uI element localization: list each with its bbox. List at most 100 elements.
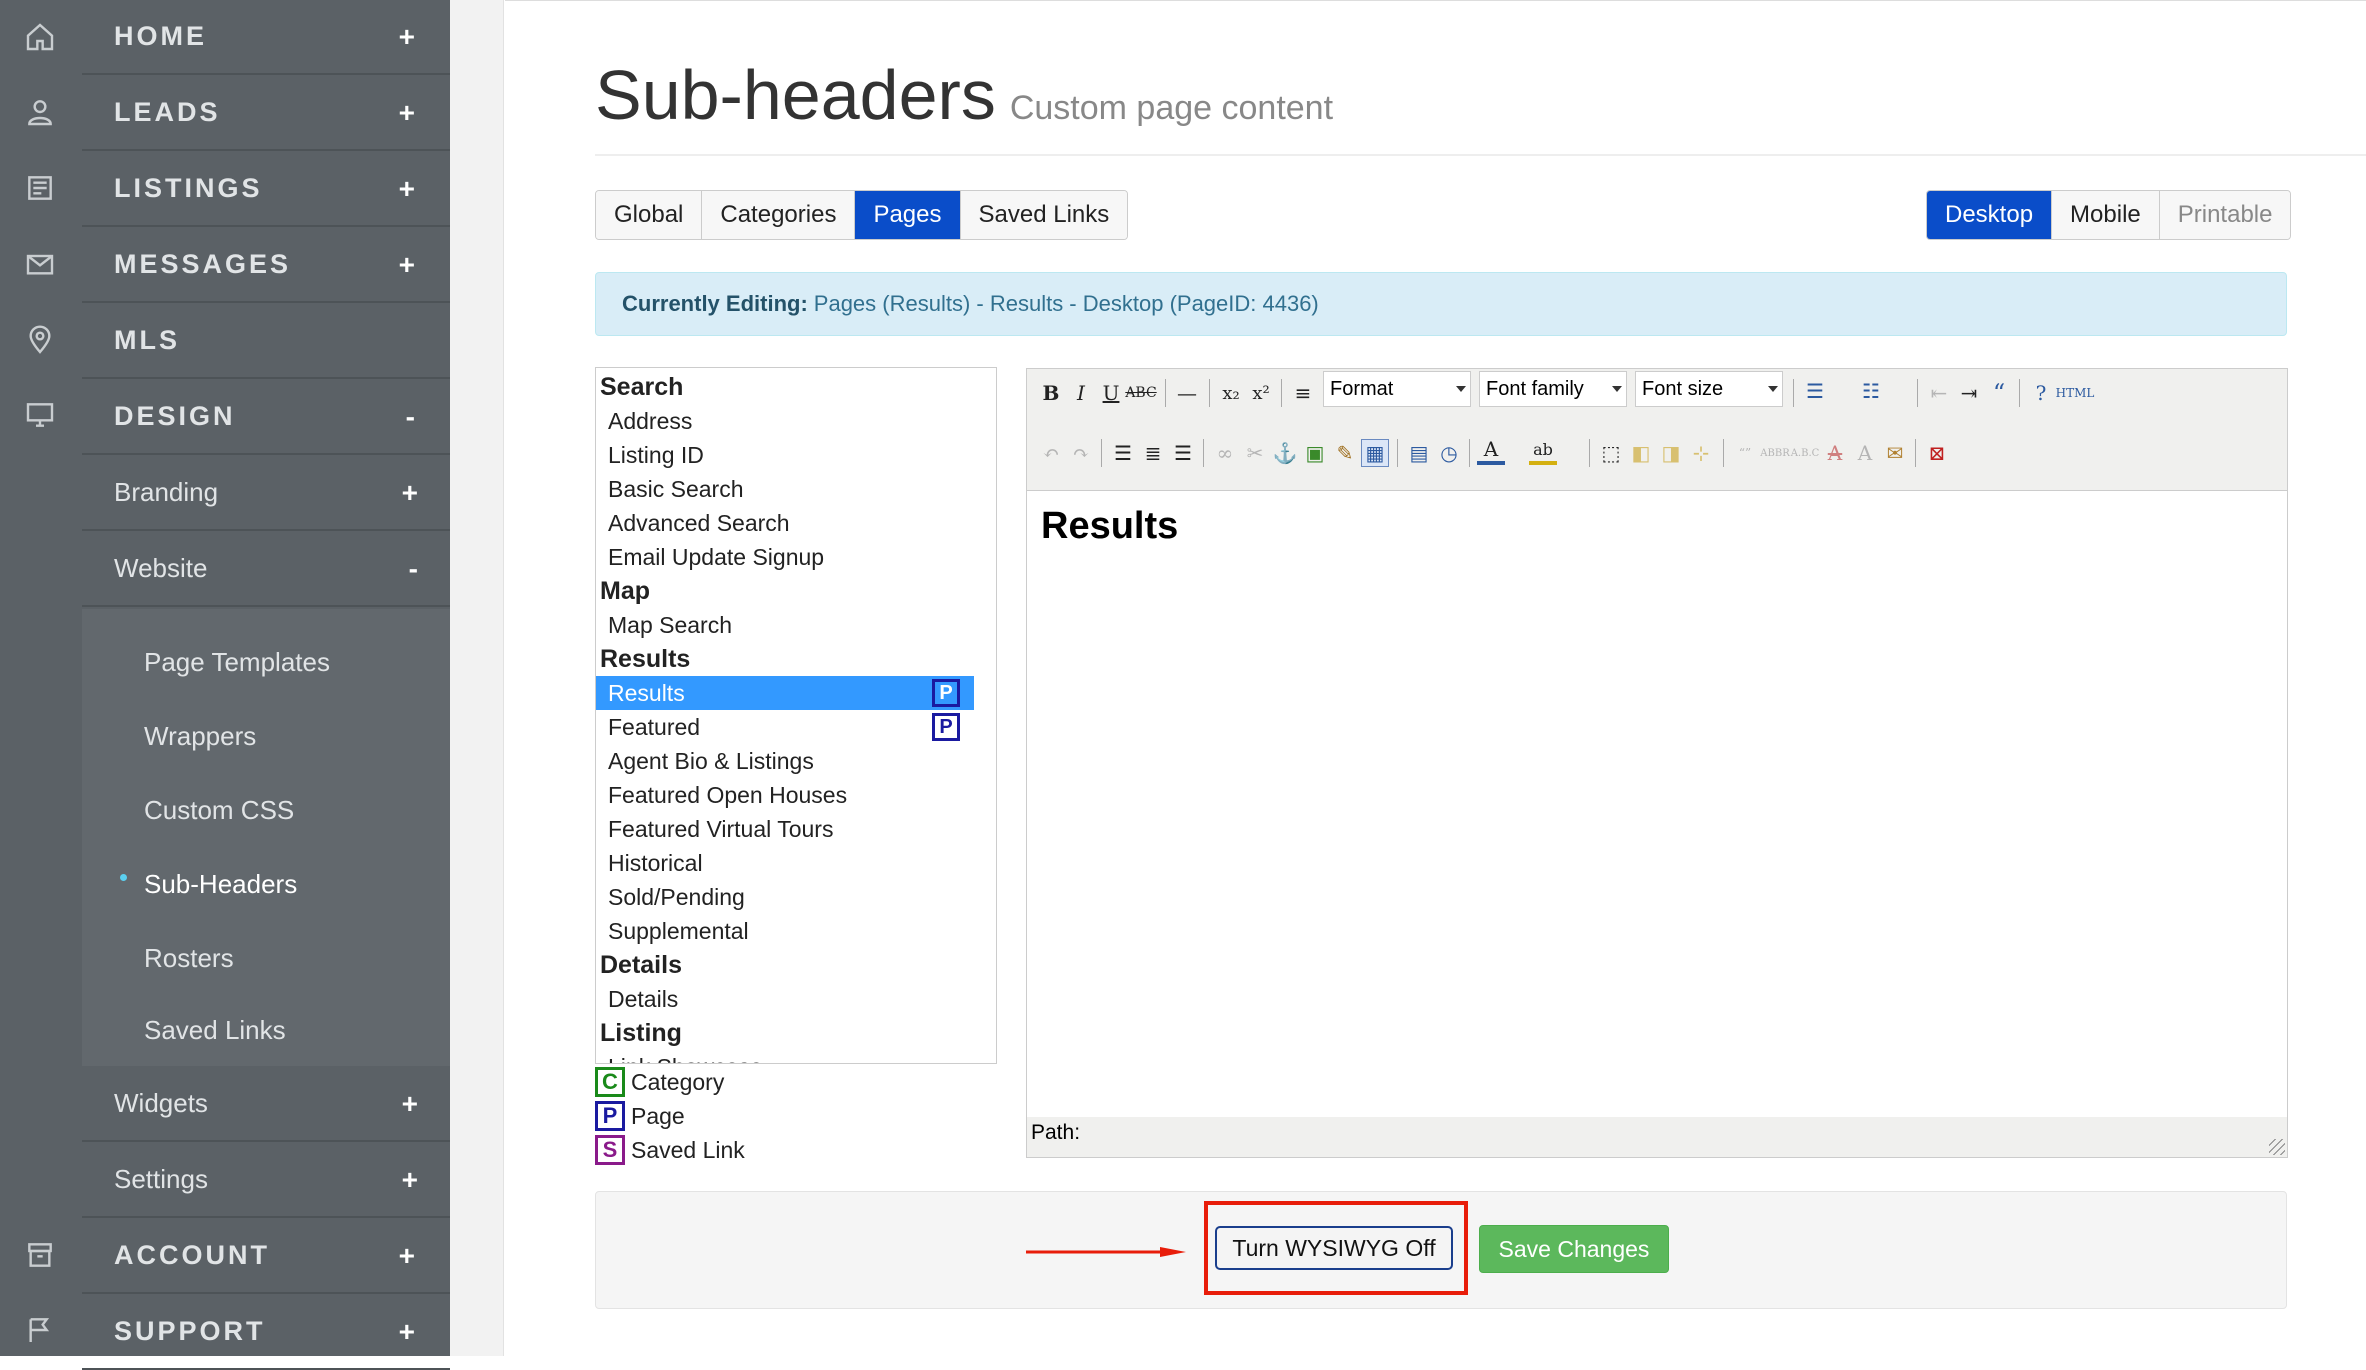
nav-item-settings[interactable]: Settings + [82, 1143, 450, 1218]
subscript-icon[interactable]: x₂ [1217, 379, 1245, 407]
font-family-select[interactable]: Font family [1479, 371, 1627, 407]
html-source-icon[interactable]: HTML [2056, 379, 2095, 407]
tree-item-featured-virtual-tours[interactable]: Featured Virtual Tours [596, 812, 974, 846]
attributes-icon[interactable]: ✉ [1881, 439, 1909, 467]
blockquote-icon[interactable]: “ [1985, 379, 2013, 407]
nav-item-mls[interactable]: MLS [82, 304, 450, 379]
turn-wysiwyg-off-button[interactable]: Turn WYSIWYG Off [1215, 1226, 1453, 1270]
layer-icon[interactable]: ◧ [1627, 439, 1655, 467]
unlink-icon[interactable]: ✂ [1241, 439, 1269, 467]
align-left-icon[interactable]: ☰ [1109, 439, 1137, 467]
action-footer: Turn WYSIWYG Off Save Changes [595, 1191, 2287, 1309]
monitor-icon[interactable] [20, 395, 60, 435]
nav-item-listings[interactable]: LISTINGS + [82, 152, 450, 227]
tree-item-featured[interactable]: Featured P [596, 710, 974, 744]
tree-item-details[interactable]: Details [596, 982, 974, 1016]
highlight-color-icon[interactable]: ab [1529, 437, 1557, 465]
subnav-custom-css[interactable]: Custom CSS [144, 795, 294, 826]
tab-categories[interactable]: Categories [702, 191, 856, 239]
abbreviation-icon[interactable]: ABBR [1760, 439, 1789, 467]
tab-printable[interactable]: Printable [2159, 191, 2291, 239]
redo-icon[interactable]: ↷ [1067, 439, 1095, 467]
tree-item-listing-id[interactable]: Listing ID [596, 438, 974, 472]
editor-content-area[interactable]: Results [1027, 491, 2287, 1117]
clock-icon[interactable]: ◷ [1435, 439, 1463, 467]
clear-formatting-icon[interactable]: ⊠ [1923, 439, 1951, 467]
nav-item-branding[interactable]: Branding + [82, 456, 450, 531]
nav-item-home[interactable]: HOME + [82, 0, 450, 75]
horizontal-rule-icon[interactable]: — [1173, 379, 1201, 407]
nav-item-widgets[interactable]: Widgets + [82, 1067, 450, 1142]
text-color-icon[interactable]: A [1477, 437, 1505, 465]
numbered-list-icon[interactable]: ☷ [1857, 377, 1885, 405]
user-icon[interactable] [20, 92, 60, 132]
newspaper-icon[interactable] [20, 168, 60, 208]
superscript-icon[interactable]: x² [1247, 379, 1275, 407]
tree-item-map-search[interactable]: Map Search [596, 608, 974, 642]
tree-item-sold-pending[interactable]: Sold/Pending [596, 880, 974, 914]
absolute-position-icon[interactable]: ⊹ [1687, 439, 1715, 467]
subnav-sub-headers[interactable]: Sub-Headers [144, 869, 297, 900]
resize-handle-icon[interactable] [2269, 1139, 2285, 1155]
calendar-icon[interactable]: ▤ [1405, 439, 1433, 467]
align-center-icon[interactable]: ≣ [1139, 439, 1167, 467]
save-changes-button[interactable]: Save Changes [1479, 1225, 1669, 1273]
tree-item-basic-search[interactable]: Basic Search [596, 472, 974, 506]
nav-item-messages[interactable]: MESSAGES + [82, 228, 450, 303]
page-tree[interactable]: Search Address Listing ID Basic Search A… [595, 367, 997, 1064]
link-icon[interactable]: ∞ [1211, 439, 1239, 467]
cleanup-icon[interactable]: ✎ [1331, 439, 1359, 467]
tree-item-link-showcase[interactable]: Link Showcase [596, 1050, 974, 1064]
help-icon[interactable]: ? [2027, 379, 2055, 407]
tree-item-supplemental[interactable]: Supplemental [596, 914, 974, 948]
indent-icon[interactable]: ⇥ [1955, 379, 1983, 407]
italic-icon[interactable]: I [1067, 379, 1095, 407]
tab-saved-links[interactable]: Saved Links [960, 191, 1128, 239]
tree-item-results[interactable]: Results P [596, 676, 974, 710]
tab-desktop[interactable]: Desktop [1927, 191, 2053, 239]
map-pin-icon[interactable] [20, 320, 60, 360]
layer-back-icon[interactable]: ◨ [1657, 439, 1685, 467]
tree-item-address[interactable]: Address [596, 404, 974, 438]
format-select[interactable]: Format [1323, 371, 1471, 407]
justify-icon[interactable]: ≡ [1289, 379, 1317, 407]
archive-icon[interactable] [20, 1235, 60, 1275]
strikethrough-icon[interactable]: ABC [1125, 379, 1156, 407]
toolbar-separator [1209, 379, 1210, 407]
subnav-page-templates[interactable]: Page Templates [144, 647, 330, 678]
tab-mobile[interactable]: Mobile [2052, 191, 2160, 239]
undo-icon[interactable]: ↶ [1037, 439, 1065, 467]
anchor-icon[interactable]: ⚓ [1271, 439, 1299, 467]
subnav-rosters[interactable]: Rosters [144, 943, 234, 974]
home-icon[interactable] [20, 17, 60, 57]
insertion-icon[interactable]: A [1851, 439, 1879, 467]
align-right-icon[interactable]: ☰ [1169, 439, 1197, 467]
table-icon[interactable]: ▦ [1361, 439, 1389, 467]
font-size-select[interactable]: Font size [1635, 371, 1783, 407]
tree-item-email-update-signup[interactable]: Email Update Signup [596, 540, 974, 574]
cite-icon[interactable]: “” [1731, 439, 1759, 467]
nav-item-website[interactable]: Website - [82, 532, 450, 607]
tree-item-advanced-search[interactable]: Advanced Search [596, 506, 974, 540]
acronym-icon[interactable]: A.B.C [1791, 439, 1820, 467]
deletion-icon[interactable]: A [1821, 439, 1849, 467]
tab-global[interactable]: Global [596, 191, 703, 239]
nav-item-leads[interactable]: LEADS + [82, 76, 450, 151]
nav-item-design[interactable]: DESIGN - [82, 380, 450, 455]
tree-item-agent-bio[interactable]: Agent Bio & Listings [596, 744, 974, 778]
select-all-icon[interactable]: ⬚ [1597, 439, 1625, 467]
flag-icon[interactable] [20, 1310, 60, 1350]
nav-item-support[interactable]: SUPPORT + [82, 1295, 450, 1370]
bold-icon[interactable]: B [1037, 379, 1065, 407]
tree-item-featured-open-houses[interactable]: Featured Open Houses [596, 778, 974, 812]
tab-pages[interactable]: Pages [855, 191, 961, 239]
subnav-saved-links[interactable]: Saved Links [144, 1015, 286, 1046]
image-icon[interactable]: ▣ [1301, 439, 1329, 467]
bullet-list-icon[interactable]: ☰ [1801, 377, 1829, 405]
tree-item-historical[interactable]: Historical [596, 846, 974, 880]
underline-icon[interactable]: U [1097, 379, 1125, 407]
outdent-icon[interactable]: ⇤ [1925, 379, 1953, 407]
envelope-icon[interactable] [20, 244, 60, 284]
subnav-wrappers[interactable]: Wrappers [144, 721, 256, 752]
nav-item-account[interactable]: ACCOUNT + [82, 1219, 450, 1294]
